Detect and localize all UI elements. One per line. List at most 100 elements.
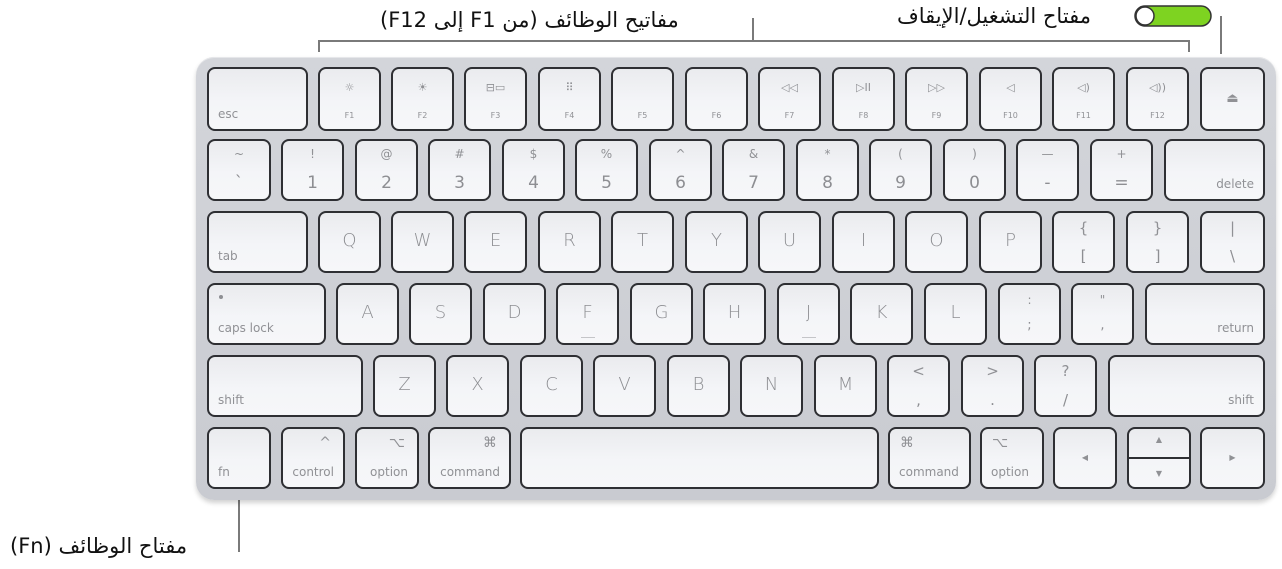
key-row3-sym-0[interactable]: {[: [1052, 211, 1115, 273]
key-letter-5[interactable]: Y: [685, 211, 748, 273]
key-letter-row5-1[interactable]: X: [446, 355, 509, 417]
key-f3[interactable]: ⊟▭ F3: [464, 67, 527, 131]
key-option-right[interactable]: ⌥ option: [980, 427, 1044, 489]
arrow-left-icon: ◀: [1081, 453, 1089, 462]
key-row2-1[interactable]: ! 1: [281, 139, 344, 201]
key-f5[interactable]: F5: [611, 67, 674, 131]
key-letter-8[interactable]: O: [905, 211, 968, 273]
key-arrow-left[interactable]: ◀: [1053, 427, 1117, 489]
key-return[interactable]: return: [1145, 283, 1265, 345]
key-row2-11[interactable]: — -: [1016, 139, 1079, 201]
key-letter-row4-7[interactable]: K: [850, 283, 913, 345]
key-letter-row5-4[interactable]: B: [667, 355, 730, 417]
key-letter-3[interactable]: R: [538, 211, 601, 273]
key-eject[interactable]: ⏏: [1200, 67, 1265, 131]
key-f7[interactable]: ◁◁ F7: [758, 67, 821, 131]
key-row4-sym-1[interactable]: ",: [1071, 283, 1134, 345]
key-row5-sym-2[interactable]: ? /: [1034, 355, 1097, 417]
key-f9[interactable]: ▷▷ F9: [905, 67, 968, 131]
key-esc[interactable]: esc: [207, 67, 308, 131]
key-delete[interactable]: delete: [1164, 139, 1265, 201]
home-row-bump: [580, 337, 595, 338]
key-letter-row5-3[interactable]: V: [593, 355, 656, 417]
key-letter-row4-2[interactable]: D: [483, 283, 546, 345]
fn-key-callout: مفتاح الوظائف (Fn): [10, 534, 188, 558]
key-letter-1[interactable]: W: [391, 211, 454, 273]
key-row2-4[interactable]: $4: [502, 139, 565, 201]
key-command-right[interactable]: ⌘ command: [888, 427, 971, 489]
volume-down-icon: ◁): [1077, 81, 1090, 94]
key-arrow-up-down[interactable]: ▲ ▼: [1127, 427, 1191, 489]
key-fn[interactable]: fn: [207, 427, 271, 489]
mute-icon: ◁: [1006, 81, 1015, 94]
key-row2-6[interactable]: ^ 6: [649, 139, 712, 201]
key-row3-sym-2[interactable]: | \: [1200, 211, 1265, 273]
key-command-left[interactable]: ⌘ command: [428, 427, 511, 489]
power-toggle-icon: [1134, 5, 1212, 27]
key-f1[interactable]: ☼ F1: [318, 67, 381, 131]
command-icon: ⌘: [483, 435, 497, 451]
key-letter-row4-0[interactable]: A: [336, 283, 399, 345]
key-row2-2[interactable]: @2: [355, 139, 418, 201]
key-control[interactable]: ^ control: [281, 427, 345, 489]
key-f11[interactable]: ◁) F11: [1052, 67, 1115, 131]
key-arrow-right[interactable]: ▶: [1200, 427, 1265, 489]
key-row2-8[interactable]: * 8: [796, 139, 859, 201]
arrow-right-icon: ▶: [1229, 453, 1236, 462]
key-row2-9[interactable]: (9: [869, 139, 932, 201]
key-row5-sym-0[interactable]: <,: [887, 355, 950, 417]
key-letter-row4-3[interactable]: F: [556, 283, 619, 345]
command-icon: ⌘: [900, 435, 914, 451]
volume-up-icon: ◁)): [1148, 81, 1167, 94]
key-f10[interactable]: ◁ F10: [979, 67, 1042, 131]
key-f4[interactable]: ⠿ F4: [538, 67, 601, 131]
key-row2-0[interactable]: ~ `: [207, 139, 271, 201]
rewind-icon: ◁◁: [781, 81, 798, 94]
key-letter-9[interactable]: P: [979, 211, 1042, 273]
power-key-callout: مفتاح التشغيل/الإيقاف: [897, 4, 1092, 28]
key-row5-sym-1[interactable]: >.: [961, 355, 1024, 417]
key-row2-12[interactable]: + =: [1090, 139, 1153, 201]
key-f6[interactable]: F6: [685, 67, 748, 131]
home-row-bump: [801, 337, 816, 338]
option-icon: ⌥: [992, 435, 1009, 451]
mission-control-icon: ⊟▭: [485, 81, 506, 94]
key-letter-6[interactable]: U: [758, 211, 821, 273]
key-letter-row5-0[interactable]: Z: [373, 355, 436, 417]
eject-icon: ⏏: [1226, 91, 1239, 106]
key-letter-row4-8[interactable]: L: [924, 283, 987, 345]
key-row2-7[interactable]: & 7: [722, 139, 785, 201]
key-tab[interactable]: tab: [207, 211, 308, 273]
key-letter-row4-1[interactable]: S: [409, 283, 472, 345]
key-letter-row4-5[interactable]: H: [703, 283, 766, 345]
function-keys-bracket-center: [752, 18, 754, 40]
key-space[interactable]: [520, 427, 879, 489]
key-row2-10[interactable]: ) 0: [943, 139, 1006, 201]
function-keys-bracket-left: [318, 40, 320, 52]
caps-lock-indicator: [219, 295, 223, 299]
key-shift-right[interactable]: shift: [1108, 355, 1265, 417]
key-row3-sym-1[interactable]: }]: [1126, 211, 1189, 273]
arrow-down-icon: ▼: [1155, 469, 1163, 478]
brightness-up-icon: ☀: [417, 81, 428, 94]
key-letter-4[interactable]: T: [611, 211, 674, 273]
function-keys-callout: مفاتيح الوظائف (من F1 إلى F12): [380, 8, 679, 32]
key-shift-left[interactable]: shift: [207, 355, 363, 417]
key-letter-7[interactable]: I: [832, 211, 895, 273]
key-row2-5[interactable]: % 5: [575, 139, 638, 201]
key-f2[interactable]: ☀ F2: [391, 67, 454, 131]
key-row2-3[interactable]: #3: [428, 139, 491, 201]
key-letter-row4-4[interactable]: G: [630, 283, 693, 345]
key-row4-sym-0[interactable]: :;: [998, 283, 1061, 345]
key-letter-row4-6[interactable]: J: [777, 283, 840, 345]
key-caps-lock[interactable]: caps lock: [207, 283, 326, 345]
key-f12[interactable]: ◁)) F12: [1126, 67, 1189, 131]
key-option-left[interactable]: ⌥ option: [355, 427, 419, 489]
key-letter-row5-5[interactable]: N: [740, 355, 803, 417]
arrow-up-icon: ▲: [1155, 435, 1163, 444]
key-f8[interactable]: ▷II F8: [832, 67, 895, 131]
key-letter-2[interactable]: E: [464, 211, 527, 273]
key-letter-row5-6[interactable]: M: [814, 355, 877, 417]
key-letter-row5-2[interactable]: C: [520, 355, 583, 417]
key-letter-0[interactable]: Q: [318, 211, 381, 273]
